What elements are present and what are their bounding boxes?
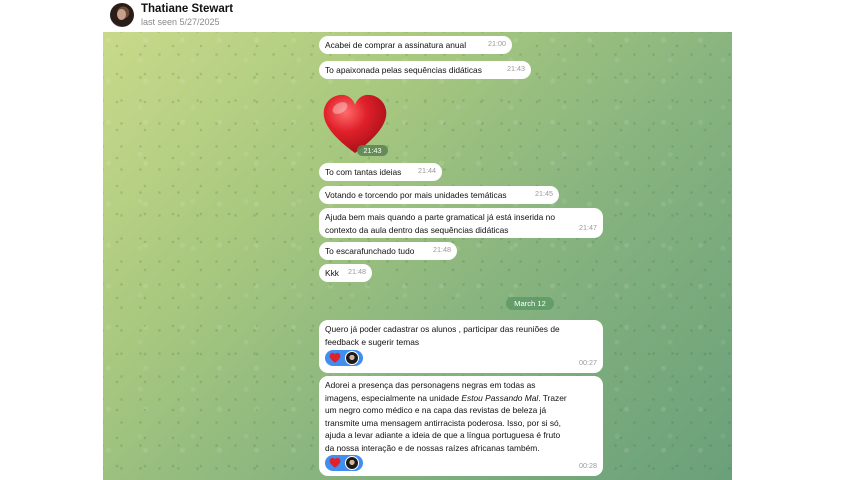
- heart-reaction-icon: [329, 352, 341, 363]
- message-bubble[interactable]: Quero já poder cadastrar os alunos , par…: [319, 320, 603, 373]
- message-bubble[interactable]: Adorei a presença das personagens negras…: [319, 376, 603, 476]
- message-text: Adorei a presença das personagens negras…: [325, 380, 536, 390]
- heart-reaction-icon: [329, 457, 341, 468]
- message-time: 21:45: [535, 189, 553, 199]
- message-bubble[interactable]: Acabei de comprar a assinatura anual 21:…: [319, 36, 512, 54]
- message-text: ajuda a levar adiante a ideia de que a l…: [325, 430, 561, 441]
- message-text: contexto da aula dentro das sequências d…: [325, 224, 509, 235]
- last-seen-status: last seen 5/27/2025: [141, 17, 220, 27]
- message-time: 21:44: [418, 166, 436, 176]
- message-text: transmite uma mensagem antirracista pode…: [325, 417, 561, 428]
- reactor-avatar: [345, 456, 359, 470]
- unit-title: Estou Passando Mal: [461, 392, 539, 403]
- reaction-chip[interactable]: [325, 350, 363, 366]
- message-time: 21:48: [348, 267, 366, 277]
- message-time: 21:47: [579, 223, 597, 233]
- message-text: um negro como médico e na capa das revis…: [325, 405, 547, 416]
- message-text: . Trazer: [538, 392, 567, 403]
- message-text: Votando e torcendo por mais unidades tem…: [325, 190, 507, 200]
- message-time: 00:27: [579, 358, 597, 368]
- date-separator: March 12: [506, 297, 554, 310]
- reactor-avatar: [345, 351, 359, 365]
- message-text: da nossa interação e de nossas raízes af…: [325, 442, 540, 453]
- contact-avatar[interactable]: [110, 3, 134, 27]
- message-time: 21:43: [507, 64, 525, 74]
- message-time: 21:43: [357, 145, 388, 156]
- message-time: 00:28: [579, 461, 597, 471]
- message-text: To apaixonada pelas sequências didáticas: [325, 65, 482, 75]
- message-bubble[interactable]: To com tantas ideias 21:44: [319, 163, 442, 181]
- message-text: Quero já poder cadastrar os alunos , par…: [325, 324, 560, 334]
- message-text: feedback e sugerir temas: [325, 336, 420, 347]
- message-text: Acabei de comprar a assinatura anual: [325, 40, 467, 50]
- message-bubble[interactable]: Kkk 21:48: [319, 264, 372, 282]
- message-bubble[interactable]: Votando e torcendo por mais unidades tem…: [319, 186, 559, 204]
- message-text: Ajuda bem mais quando a parte gramatical…: [325, 212, 555, 222]
- contact-name[interactable]: Thatiane Stewart: [141, 3, 233, 15]
- chat-header: Thatiane Stewart last seen 5/27/2025: [0, 0, 853, 32]
- message-bubble[interactable]: To escarafunchado tudo 21:48: [319, 242, 457, 260]
- message-text: imagens, especialmente na unidade: [325, 392, 462, 403]
- message-bubble[interactable]: To apaixonada pelas sequências didáticas…: [319, 61, 531, 79]
- message-text-line: imagens, especialmente na unidade Estou …: [325, 392, 597, 405]
- reaction-chip[interactable]: [325, 455, 363, 471]
- message-time: 21:48: [433, 245, 451, 255]
- message-bubble[interactable]: Ajuda bem mais quando a parte gramatical…: [319, 208, 603, 238]
- message-time: 21:00: [488, 39, 506, 49]
